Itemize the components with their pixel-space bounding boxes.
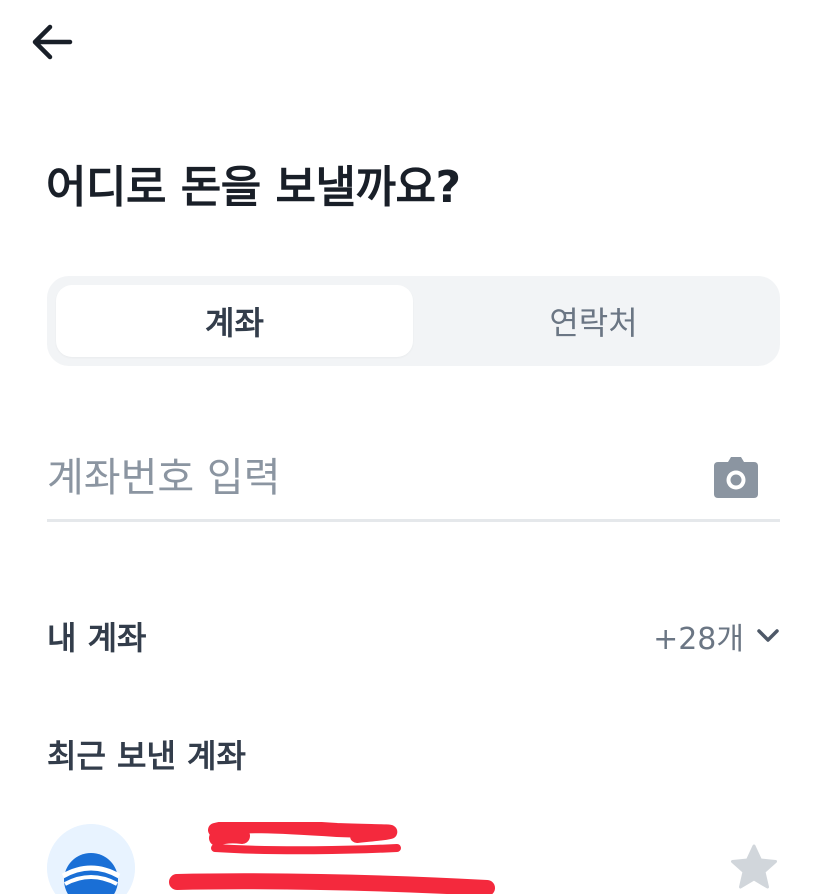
tab-account[interactable]: 계좌	[56, 285, 413, 357]
recipient-type-tabs: 계좌 연락처	[47, 276, 780, 366]
redaction-mark	[169, 822, 495, 894]
favorite-button[interactable]	[728, 842, 780, 894]
send-money-screen: 어디로 돈을 보낼까요? 계좌 연락처 내 계좌 +28개 최근 보낸 계좌	[0, 0, 827, 894]
chevron-down-icon	[757, 629, 779, 642]
bank-logo-icon	[47, 824, 135, 894]
account-number-field	[47, 440, 780, 522]
page-title: 어디로 돈을 보낼까요?	[46, 162, 461, 213]
camera-icon	[714, 457, 758, 498]
recent-accounts-section: 최근 보낸 계좌	[47, 730, 447, 778]
scan-account-button[interactable]	[712, 456, 760, 500]
back-button[interactable]	[30, 20, 86, 64]
my-accounts-section: 내 계좌 +28개	[47, 612, 780, 660]
account-number-input[interactable]	[47, 440, 687, 516]
arrow-left-icon	[32, 24, 73, 60]
recent-accounts-title: 최근 보낸 계좌	[47, 737, 246, 775]
my-accounts-count: +28개	[653, 622, 744, 657]
my-accounts-title: 내 계좌	[47, 619, 147, 657]
tab-contacts[interactable]: 연락처	[415, 285, 772, 357]
my-accounts-expand-toggle[interactable]: +28개	[653, 614, 780, 658]
bank-logo	[47, 824, 135, 894]
star-icon	[731, 844, 777, 889]
recent-account-item[interactable]	[47, 822, 780, 894]
